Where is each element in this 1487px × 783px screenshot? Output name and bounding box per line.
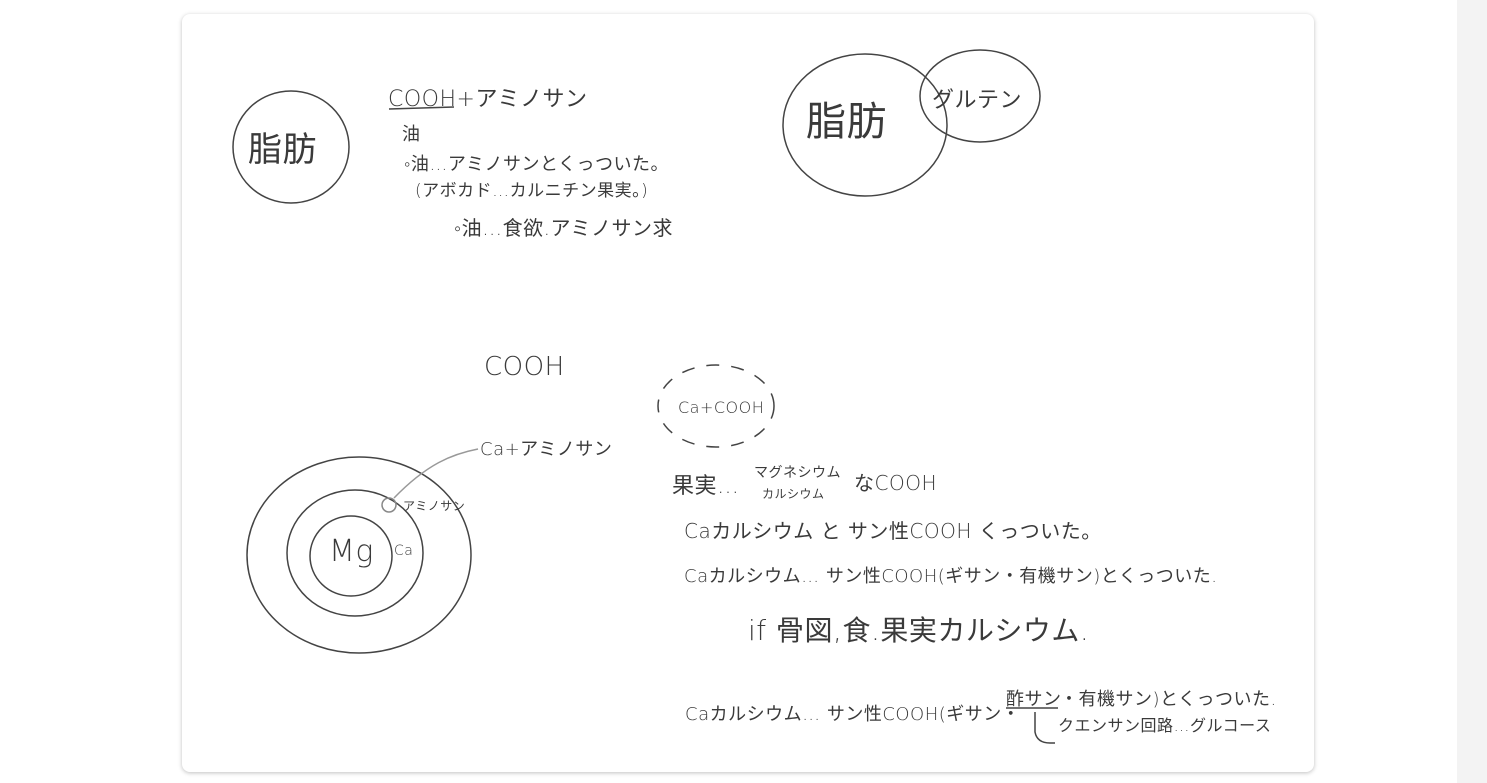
fruit-text: 果実… [672,474,740,499]
oil-line-2: (アボカド…カルニチン果実。) [415,181,649,201]
calcium-text: カルシウム [762,487,825,501]
note-canvas: 脂肪 COOH+アミノサン 油 ◦油…アミノサンとくっついた。 (アボカド…カル… [182,14,1314,772]
mg-label: Mg [329,534,374,569]
scrollbar-track[interactable] [1457,0,1487,783]
pointer-line [393,448,479,499]
formula-text: COOH+アミノサン [388,87,588,112]
line-4a: Caカルシウム… サン性COOH(ギサン・ [685,704,1021,725]
line-3: if 骨図,食.果実カルシウム. [748,614,1090,647]
oil-line-3: ◦油…食欲.アミノサン求 [454,216,674,240]
na-cooh-text: なCOOH [854,471,937,495]
oil-line-1: ◦油…アミノサンとくっついた。 [404,154,669,175]
branch-line [1034,712,1055,744]
magnesium-text: マグネシウム [754,465,841,481]
dashed-label: Ca+COOH [678,398,765,417]
fat-big-label: 脂肪 [806,99,887,145]
gluten-label: グルテン [932,88,1023,113]
amino-label: アミノサン [403,499,466,513]
line-1: Caカルシウム と サン性COOH くっついた。 [684,519,1102,543]
branch-text: クエンサン回路…グルコース [1058,716,1272,735]
oil-text: 油 [402,124,421,145]
cooh-text: COOH [484,352,565,382]
line-4c: ・有機サン)とくっついた. [1060,689,1277,710]
amino-dot [381,497,397,513]
line-4b: 酢サン [1006,689,1062,710]
pointer-label: Ca+アミノサン [480,439,613,460]
ca-label: Ca [394,543,414,559]
line-2: Caカルシウム… サン性COOH(ギサン・有機サン)とくっついた. [684,566,1218,587]
drawing-layer [232,49,1058,744]
fat-label: 脂肪 [248,130,317,170]
